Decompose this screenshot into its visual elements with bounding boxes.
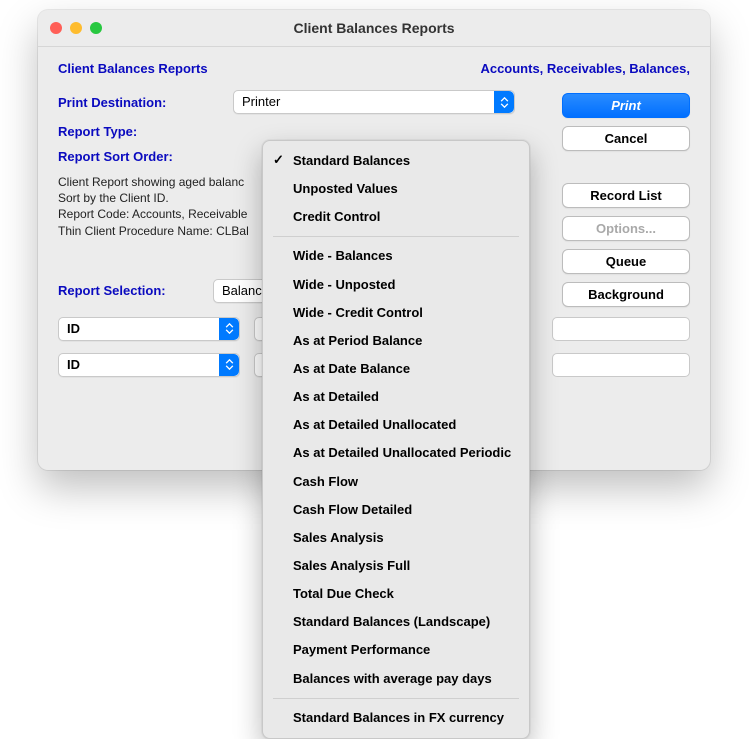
chevron-up-down-icon xyxy=(494,91,514,113)
report-type-dropdown[interactable]: Standard BalancesUnposted ValuesCredit C… xyxy=(262,140,530,739)
report-type-option[interactable]: Sales Analysis Full xyxy=(263,552,529,580)
titlebar: Client Balances Reports xyxy=(38,10,710,47)
report-type-option[interactable]: As at Detailed Unallocated Periodic xyxy=(263,439,529,467)
report-type-option[interactable]: Standard Balances in FX currency xyxy=(263,704,529,732)
report-type-option[interactable]: Wide - Unposted xyxy=(263,271,529,299)
report-type-option[interactable]: Wide - Credit Control xyxy=(263,299,529,327)
print-destination-value: Printer xyxy=(242,94,280,109)
report-type-option[interactable]: Balances with average pay days xyxy=(263,665,529,693)
report-type-option[interactable]: Total Due Check xyxy=(263,580,529,608)
print-destination-label: Print Destination: xyxy=(58,95,233,110)
minimize-icon[interactable] xyxy=(70,22,82,34)
report-type-option[interactable]: Standard Balances xyxy=(263,147,529,175)
background-button[interactable]: Background xyxy=(562,282,690,307)
queue-button[interactable]: Queue xyxy=(562,249,690,274)
selection-field-value: ID xyxy=(67,357,80,372)
report-selection-value: Balanc xyxy=(222,283,262,298)
report-type-option[interactable]: As at Date Balance xyxy=(263,355,529,383)
breadcrumb: Accounts, Receivables, Balances, xyxy=(480,61,690,76)
report-selection-label: Report Selection: xyxy=(58,283,213,298)
report-type-option[interactable]: Wide - Balances xyxy=(263,242,529,270)
selection-value-input[interactable] xyxy=(552,353,690,377)
print-destination-select[interactable]: Printer xyxy=(233,90,515,114)
report-type-option[interactable]: Sales Analysis xyxy=(263,524,529,552)
selection-field-value: ID xyxy=(67,321,80,336)
menu-separator xyxy=(273,698,519,699)
record-list-button[interactable]: Record List xyxy=(562,183,690,208)
chevron-up-down-icon xyxy=(219,354,239,376)
action-sidebar: Print Cancel Record List Options... Queu… xyxy=(562,93,690,307)
report-type-option[interactable]: Standard Balances (Landscape) xyxy=(263,608,529,636)
selection-field-select[interactable]: ID xyxy=(58,353,240,377)
selection-field-select[interactable]: ID xyxy=(58,317,240,341)
selection-value-input[interactable] xyxy=(552,317,690,341)
report-type-option[interactable]: As at Period Balance xyxy=(263,327,529,355)
report-type-option[interactable]: Credit Control xyxy=(263,203,529,231)
report-type-option[interactable]: As at Detailed Unallocated xyxy=(263,411,529,439)
report-sort-order-label: Report Sort Order: xyxy=(58,149,233,164)
report-type-option[interactable]: Cash Flow xyxy=(263,468,529,496)
report-type-option[interactable]: Payment Performance xyxy=(263,636,529,664)
chevron-up-down-icon xyxy=(219,318,239,340)
report-type-option[interactable]: Cash Flow Detailed xyxy=(263,496,529,524)
traffic-lights xyxy=(50,22,102,34)
window-title: Client Balances Reports xyxy=(38,20,710,36)
close-icon[interactable] xyxy=(50,22,62,34)
report-type-option[interactable]: Unposted Values xyxy=(263,175,529,203)
zoom-icon[interactable] xyxy=(90,22,102,34)
print-button[interactable]: Print xyxy=(562,93,690,118)
menu-separator xyxy=(273,236,519,237)
report-type-label: Report Type: xyxy=(58,124,233,139)
options-button[interactable]: Options... xyxy=(562,216,690,241)
page-title: Client Balances Reports xyxy=(58,61,208,76)
report-type-option[interactable]: As at Detailed xyxy=(263,383,529,411)
cancel-button[interactable]: Cancel xyxy=(562,126,690,151)
